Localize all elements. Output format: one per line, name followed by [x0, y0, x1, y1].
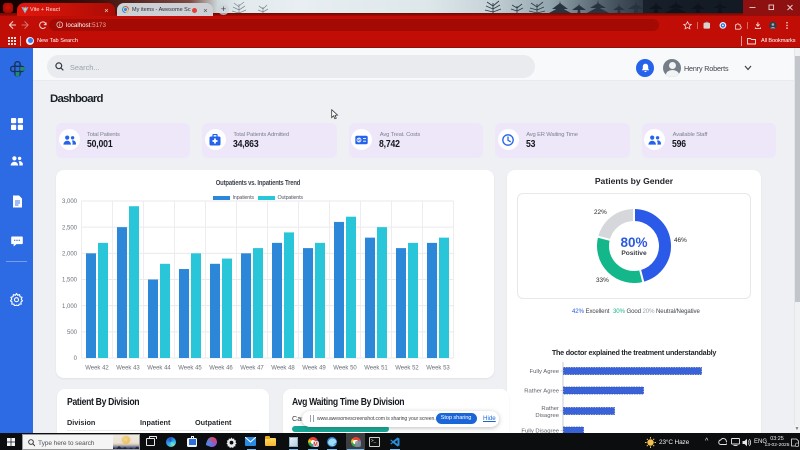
- svg-text:0: 0: [74, 356, 78, 362]
- svg-text:Week 49: Week 49: [302, 366, 326, 372]
- svg-text:Fully Agree: Fully Agree: [530, 369, 560, 375]
- svg-text:Week 53: Week 53: [426, 366, 450, 372]
- svg-text:Disagree: Disagree: [535, 413, 559, 419]
- svg-text:Week 42: Week 42: [85, 366, 109, 372]
- svg-text:Week 47: Week 47: [240, 366, 264, 372]
- svg-text:Rather Agree: Rather Agree: [524, 389, 559, 395]
- svg-text:Week 50: Week 50: [333, 366, 357, 372]
- svg-text:Rather: Rather: [541, 406, 559, 412]
- svg-text:2,500: 2,500: [62, 225, 78, 231]
- svg-text:500: 500: [67, 330, 78, 336]
- svg-text:Week 52: Week 52: [395, 366, 419, 372]
- svg-text:Week 44: Week 44: [147, 366, 171, 372]
- svg-text:2,000: 2,000: [62, 252, 78, 258]
- svg-text:Week 45: Week 45: [178, 366, 202, 372]
- svg-text:1,000: 1,000: [62, 304, 78, 310]
- svg-text:3,000: 3,000: [62, 199, 78, 205]
- svg-text:Week 51: Week 51: [364, 366, 388, 372]
- svg-text:1,500: 1,500: [62, 278, 78, 284]
- svg-text:Week 48: Week 48: [271, 366, 295, 372]
- svg-text:Week 43: Week 43: [116, 366, 140, 372]
- svg-text:Week 46: Week 46: [209, 366, 233, 372]
